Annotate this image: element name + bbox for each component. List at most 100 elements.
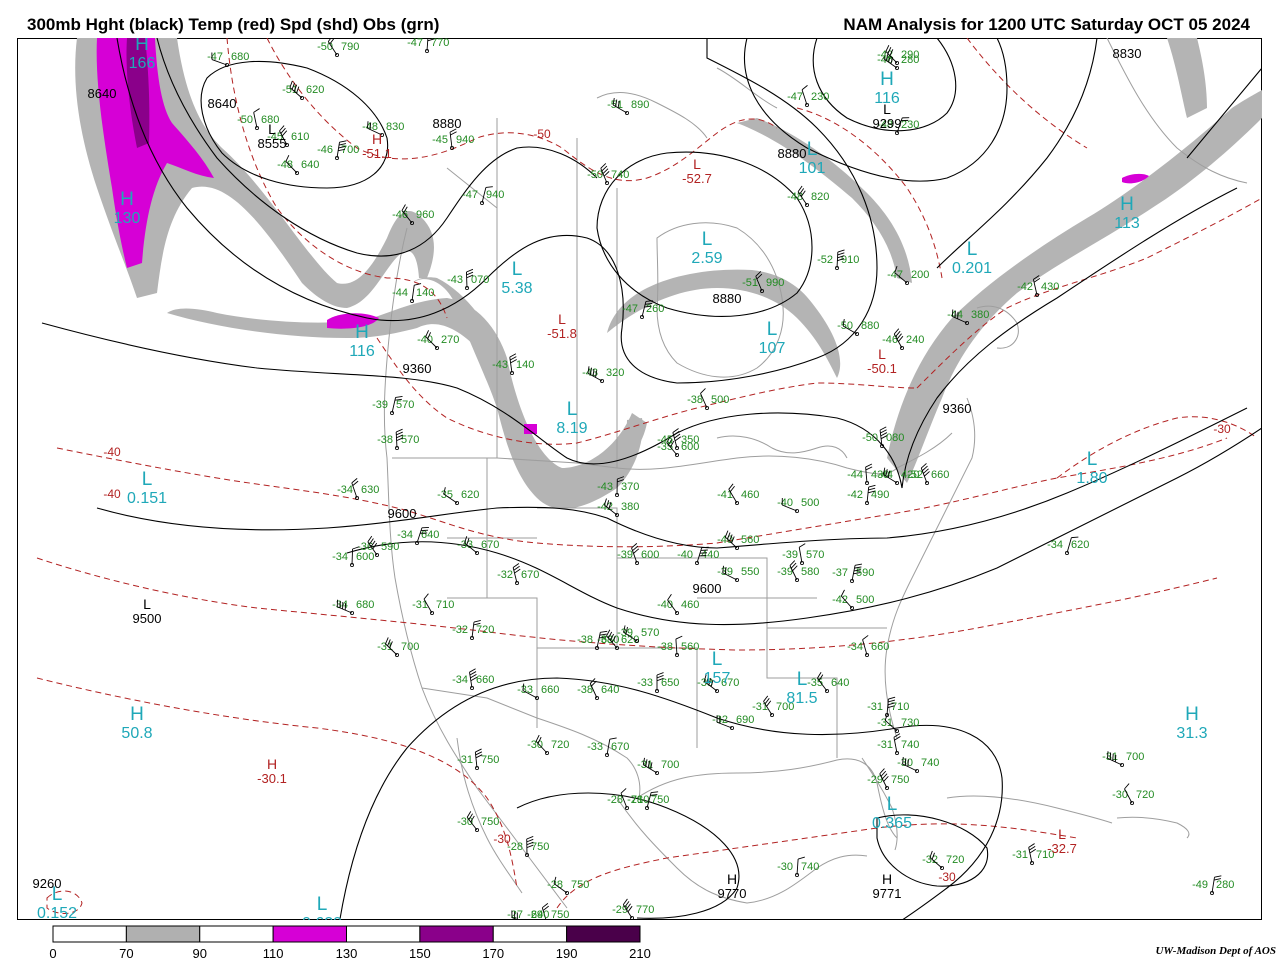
- station-temperature: -47: [207, 51, 223, 63]
- height-contour-label: 9360: [943, 401, 972, 416]
- station-temperature: -34: [397, 529, 413, 541]
- station-temperature: -52: [907, 469, 923, 481]
- center-letter: L: [512, 259, 523, 280]
- center-value: 116: [349, 343, 375, 360]
- station-temperature: -28: [607, 794, 623, 806]
- legend-label: 70: [119, 946, 133, 960]
- center-letter: L: [712, 649, 723, 670]
- center-value: 9500: [133, 611, 162, 626]
- station-temperature: -40: [657, 599, 673, 611]
- legend-label: 130: [336, 946, 358, 960]
- station-height: 620: [461, 489, 479, 501]
- wind-barb-flag: [1114, 754, 1117, 762]
- center-value: -51.8: [547, 326, 577, 341]
- station-temperature: -34: [1047, 539, 1063, 551]
- station-height: 320: [606, 367, 624, 379]
- center-letter: L: [143, 596, 151, 612]
- station-height: 140: [516, 359, 534, 371]
- station-height: 440: [701, 549, 719, 561]
- wind-barb-flag: [904, 758, 907, 766]
- station-height: 290: [901, 49, 919, 61]
- wind-barb-flag: [1107, 751, 1109, 759]
- station-height: 750: [651, 794, 669, 806]
- station-temperature: -28: [627, 794, 643, 806]
- center-letter: H: [1185, 704, 1199, 725]
- station-height: 640: [301, 159, 319, 171]
- center-letter: L: [268, 121, 276, 137]
- station-height: 700: [401, 641, 419, 653]
- height-contour-label: 9360: [403, 361, 432, 376]
- legend-label: 210: [629, 946, 651, 960]
- weather-map: -47 680 -50 790 -47 770 -51 620 -50 680 -48 830 -45 6…: [17, 38, 1262, 920]
- station-height: 080: [886, 432, 904, 444]
- center-letter: H: [130, 704, 144, 725]
- height-contour-label: 8640: [208, 96, 237, 111]
- station-temperature: -43: [597, 481, 613, 493]
- legend-swatch: [419, 925, 494, 943]
- station-height: 680: [231, 51, 249, 63]
- center-value: 50.8: [121, 725, 152, 742]
- center-letter: L: [142, 469, 153, 490]
- isotherm-label: -30: [493, 832, 511, 846]
- center-letter: L: [878, 346, 886, 362]
- station-height: 380: [971, 309, 989, 321]
- station-height: 550: [741, 566, 759, 578]
- center-value: 0.152: [37, 905, 77, 920]
- station-height: 790: [341, 41, 359, 53]
- center-letter: L: [558, 311, 566, 327]
- center-value: 0.201: [952, 260, 992, 277]
- station-temperature: -39: [617, 549, 633, 561]
- station-height: 680: [356, 599, 374, 611]
- station-temperature: -40: [677, 549, 693, 561]
- legend-label: 150: [409, 946, 431, 960]
- height-contour-label: 8880: [713, 291, 742, 306]
- station-temperature: -34: [332, 551, 348, 563]
- station-temperature: -42: [847, 489, 863, 501]
- station-height: 600: [356, 551, 374, 563]
- wind-barb-flag: [1112, 753, 1114, 761]
- station-height: 940: [456, 134, 474, 146]
- station-temperature: -31: [1012, 849, 1028, 861]
- station-temperature: -39: [372, 399, 388, 411]
- height-contour-label: 9600: [388, 506, 417, 521]
- wind-barb-flag: [369, 122, 372, 130]
- station-temperature: -40: [717, 534, 733, 546]
- station-height: 990: [766, 277, 784, 289]
- station-height: 560: [741, 534, 759, 546]
- center-value: 81.5: [786, 690, 817, 707]
- station-height: 700: [1126, 751, 1144, 763]
- station-height: 230: [811, 91, 829, 103]
- station-height: 570: [641, 627, 659, 639]
- analysis-time-title: NAM Analysis for 1200 UTC Saturday OCT 0…: [843, 15, 1250, 34]
- station-temperature: -38: [577, 634, 593, 646]
- station-height: 560: [681, 641, 699, 653]
- center-letter: L: [317, 894, 328, 915]
- station-temperature: -34: [847, 641, 863, 653]
- station-height: 660: [541, 684, 559, 696]
- station-height: 750: [551, 909, 569, 920]
- station-temperature: -42: [832, 594, 848, 606]
- station-height: 660: [476, 674, 494, 686]
- station-height: 570: [806, 549, 824, 561]
- station-height: 730: [901, 717, 919, 729]
- station-height: 500: [856, 594, 874, 606]
- station-temperature: -50: [237, 114, 253, 126]
- station-height: 670: [481, 539, 499, 551]
- map-title: 300mb Hght (black) Temp (red) Spd (shd) …: [27, 15, 440, 34]
- station-height: 670: [611, 741, 629, 753]
- station-height: 630: [361, 484, 379, 496]
- station-height: 610: [291, 131, 309, 143]
- center-value: 130: [114, 210, 141, 227]
- legend-label: 0: [49, 946, 56, 960]
- station-temperature: -47: [622, 303, 638, 315]
- station-temperature: -47: [787, 91, 803, 103]
- station-height: 740: [921, 757, 939, 769]
- center-value: 166: [129, 55, 156, 72]
- station-height: 720: [476, 624, 494, 636]
- station-height: 490: [871, 489, 889, 501]
- height-contour-label: 8830: [1113, 46, 1142, 61]
- station-temperature: -46: [317, 144, 333, 156]
- legend-label: 170: [482, 946, 504, 960]
- station-temperature: -49: [1192, 879, 1208, 891]
- center-value: -30.1: [257, 771, 287, 786]
